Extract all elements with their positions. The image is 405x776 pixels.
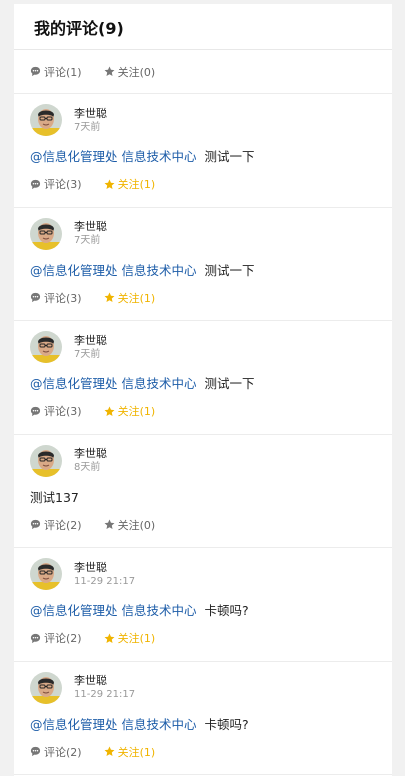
comment-item: 李世聪 8天前 测试137 评论(2) 关注(0) — [14, 435, 392, 548]
comment-count-label: 评论(3) — [44, 291, 82, 305]
comment-time: 8天前 — [74, 462, 101, 473]
comment-item: 李世聪 7天前 @信息化管理处 信息技术中心 测试一下 评论(3) 关注(1) — [14, 208, 392, 321]
comment-count-label: 评论(2) — [44, 745, 82, 759]
star-icon — [104, 633, 115, 643]
comment-button[interactable]: 评论(3) — [30, 176, 82, 192]
star-icon — [104, 519, 115, 529]
comment-text: 测试一下 — [204, 262, 255, 278]
comment-item: 李世聪 11-29 21:17 @信息化管理处 信息技术中心 卡顿吗? 评论(2)… — [14, 662, 392, 775]
star-icon — [104, 406, 115, 416]
comment-bubble-icon — [30, 292, 41, 303]
follow-button[interactable]: 关注(1) — [104, 290, 156, 306]
comment-time: 11-29 21:17 — [74, 575, 136, 587]
comment-text: 测试一下 — [204, 376, 255, 391]
follow-count-label: 关注(0) — [117, 65, 156, 79]
follow-count-label: 关注(1) — [117, 745, 156, 759]
mention-link[interactable]: @信息化管理处 信息技术中心 — [30, 717, 196, 732]
comment-button[interactable]: 评论(2) — [30, 744, 82, 760]
comment-item: 李世聪 7天前 @信息化管理处 信息技术中心 测试一下 评论(3) 关注(1) — [14, 94, 392, 208]
star-icon — [104, 292, 115, 302]
comment-button[interactable]: 评论(1) — [30, 64, 82, 80]
follow-count-label: 关注(1) — [117, 632, 156, 645]
comments-card: 我的评论(9) 评论(1) 关注(0) 李世聪 7天前 @信息化管理处 信息技术… — [14, 4, 392, 776]
follow-button[interactable]: 关注(1) — [104, 403, 156, 419]
comment-text: 测试一下 — [204, 149, 255, 164]
avatar[interactable] — [30, 444, 62, 477]
user-name[interactable]: 李世聪 — [74, 107, 107, 121]
comment-item: 李世聪 7天前 @信息化管理处 信息技术中心 测试一下 评论(3) 关注(1) — [14, 321, 392, 435]
comment-text: 卡顿吗? — [204, 603, 249, 618]
follow-button[interactable]: 关注(1) — [104, 744, 156, 760]
mention-link[interactable]: @信息化管理处 信息技术中心 — [30, 603, 196, 618]
comment-item: 李世聪 11-29 21:17 @信息化管理处 信息技术中心 卡顿吗? 评论(2)… — [14, 548, 392, 662]
user-name[interactable]: 李世聪 — [74, 220, 107, 234]
comment-content: 测试137 — [30, 489, 376, 507]
avatar[interactable] — [30, 104, 62, 136]
follow-button[interactable]: 关注(1) — [104, 176, 156, 192]
user-name[interactable]: 李世聪 — [74, 561, 135, 575]
comment-time: 7天前 — [74, 121, 101, 133]
mention-link[interactable]: @信息化管理处 信息技术中心 — [30, 149, 196, 164]
comment-content: @信息化管理处 信息技术中心 测试一下 — [30, 148, 376, 166]
comment-bubble-icon — [30, 519, 41, 530]
avatar[interactable] — [30, 217, 62, 250]
star-icon — [104, 746, 115, 756]
star-icon — [104, 179, 115, 189]
follow-button[interactable]: 关注(0) — [104, 64, 156, 80]
comment-content: @信息化管理处 信息技术中心 测试一下 — [30, 375, 376, 393]
post-actions: 评论(1) 关注(0) — [14, 50, 392, 94]
mention-link[interactable]: @信息化管理处 信息技术中心 — [30, 263, 196, 278]
follow-count-label: 关注(1) — [117, 291, 156, 305]
comment-button[interactable]: 评论(3) — [30, 290, 82, 306]
follow-count-label: 关注(1) — [117, 178, 156, 191]
avatar[interactable] — [30, 671, 62, 704]
comment-time: 11-29 21:17 — [74, 689, 136, 700]
comment-content: @信息化管理处 信息技术中心 卡顿吗? — [30, 716, 376, 734]
page-header: 我的评论(9) — [14, 4, 392, 50]
avatar[interactable] — [30, 558, 62, 590]
comment-button[interactable]: 评论(3) — [30, 403, 82, 419]
comment-content: @信息化管理处 信息技术中心 卡顿吗? — [30, 602, 376, 620]
comment-list: 李世聪 7天前 @信息化管理处 信息技术中心测试一下 评论(3) 关注(1) — [14, 94, 392, 775]
avatar[interactable] — [30, 331, 62, 363]
user-name[interactable]: 李世聪 — [74, 334, 107, 348]
comment-count-label: 评论(2) — [44, 518, 82, 532]
comment-text: 卡顿吗? — [204, 716, 249, 732]
comment-time: 7天前 — [74, 235, 101, 246]
comment-content: @信息化管理处 信息技术中心 测试一下 — [30, 262, 376, 280]
follow-button[interactable]: 关注(1) — [104, 630, 156, 646]
comment-bubble-icon — [30, 179, 41, 189]
comment-bubble-icon — [30, 633, 41, 643]
star-icon — [104, 66, 115, 76]
comment-count-label: 评论(1) — [44, 65, 82, 79]
comment-bubble-icon — [30, 746, 41, 757]
comment-bubble-icon — [30, 66, 41, 77]
comment-count-label: 评论(3) — [44, 178, 82, 191]
comment-bubble-icon — [30, 406, 41, 416]
comment-count-label: 评论(2) — [44, 632, 82, 645]
follow-count-label: 关注(0) — [117, 518, 156, 532]
user-name[interactable]: 李世聪 — [74, 674, 135, 688]
follow-button[interactable]: 关注(0) — [104, 517, 156, 533]
comment-count-label: 评论(3) — [44, 405, 82, 418]
page-title: 我的评论(9) — [34, 18, 124, 38]
mention-link[interactable]: @信息化管理处 信息技术中心 — [30, 376, 196, 391]
comment-button[interactable]: 评论(2) — [30, 630, 82, 646]
follow-count-label: 关注(1) — [117, 405, 156, 418]
comment-time: 7天前 — [74, 348, 101, 360]
comment-button[interactable]: 评论(2) — [30, 517, 82, 533]
comment-text: 测试137 — [30, 489, 79, 505]
user-name[interactable]: 李世聪 — [74, 447, 107, 461]
